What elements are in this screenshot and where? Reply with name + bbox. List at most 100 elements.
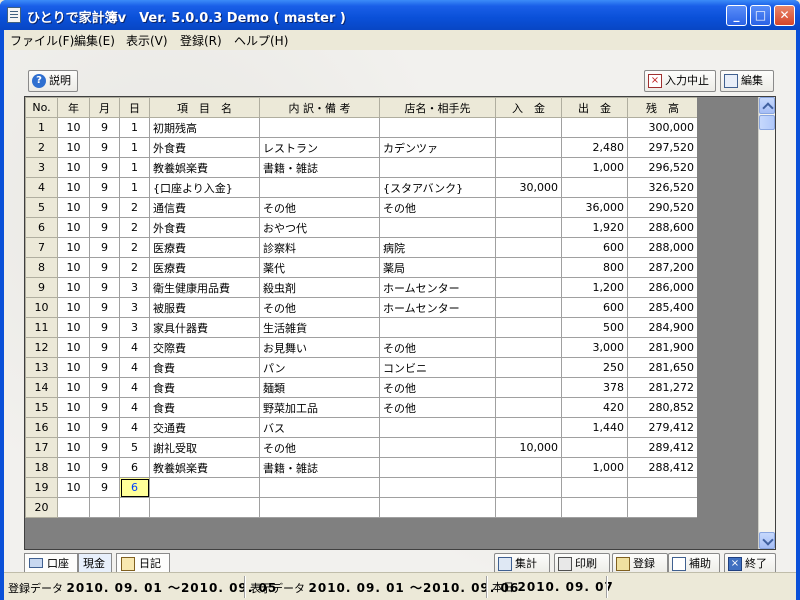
grid-cell[interactable]: 326,520 <box>627 177 698 198</box>
grid-cell[interactable]: 10 <box>57 117 90 138</box>
grid-cell[interactable]: 1 <box>119 137 150 158</box>
grid-cell[interactable] <box>495 477 562 498</box>
grid-cell[interactable]: 9 <box>89 117 120 138</box>
table-row[interactable]: 10 10 9 3 被服費 その他 ホームセンター 600 285,400 <box>25 297 698 318</box>
grid-cell[interactable]: 5 <box>119 437 150 458</box>
grid-cell[interactable]: 281,272 <box>627 377 698 398</box>
grid-cell[interactable]: 9 <box>89 377 120 398</box>
grid-cell[interactable]: 10 <box>57 137 90 158</box>
grid-cell[interactable]: 書籍・雑誌 <box>259 157 380 178</box>
grid-cell[interactable]: 36,000 <box>561 197 628 218</box>
grid-cell[interactable]: 初期残高 <box>149 117 260 138</box>
grid-cell[interactable]: 300,000 <box>627 117 698 138</box>
grid-cell[interactable]: 800 <box>561 257 628 278</box>
grid-cell[interactable] <box>561 437 628 458</box>
grid-cell[interactable]: 1 <box>119 157 150 178</box>
grid-cell[interactable] <box>495 297 562 318</box>
table-row[interactable]: 20 <box>25 497 698 518</box>
grid-cell[interactable]: 教養娯楽費 <box>149 457 260 478</box>
grid-cell[interactable] <box>627 497 698 518</box>
column-header[interactable]: 内 訳・備 考 <box>259 97 380 118</box>
grid-cell[interactable]: 10 <box>57 157 90 178</box>
grid-cell[interactable]: バス <box>259 417 380 438</box>
grid-cell[interactable]: その他 <box>379 197 496 218</box>
grid-cell[interactable] <box>627 477 698 498</box>
column-header[interactable]: 入 金 <box>495 97 562 118</box>
grid-cell[interactable]: おやつ代 <box>259 217 380 238</box>
grid-cell[interactable]: 10 <box>57 277 90 298</box>
grid-cell[interactable]: 2 <box>119 257 150 278</box>
grid-cell[interactable]: 書籍・雑誌 <box>259 457 380 478</box>
grid-cell[interactable]: 9 <box>89 357 120 378</box>
grid-cell[interactable] <box>495 137 562 158</box>
grid-cell[interactable]: 378 <box>561 377 628 398</box>
table-row[interactable]: 19 10 9 6 <box>25 477 698 498</box>
grid-cell[interactable]: 500 <box>561 317 628 338</box>
table-row[interactable]: 16 10 9 4 交通費 バス 1,440 279,412 <box>25 417 698 438</box>
grid-cell[interactable]: 420 <box>561 397 628 418</box>
column-header[interactable]: 残 高 <box>627 97 698 118</box>
grid-cell[interactable]: 食費 <box>149 397 260 418</box>
grid-cell[interactable]: 281,650 <box>627 357 698 378</box>
grid-cell[interactable]: 10 <box>57 297 90 318</box>
grid-cell[interactable]: 野菜加工品 <box>259 397 380 418</box>
grid-cell[interactable]: 9 <box>89 457 120 478</box>
close-button[interactable]: ✕ <box>774 5 795 26</box>
grid-cell[interactable]: 殺虫剤 <box>259 277 380 298</box>
grid-cell[interactable]: 9 <box>89 197 120 218</box>
grid-cell[interactable] <box>495 457 562 478</box>
grid-cell[interactable]: 9 <box>89 257 120 278</box>
grid-cell[interactable]: 10 <box>57 397 90 418</box>
table-row[interactable]: 7 10 9 2 医療費 診察料 病院 600 288,000 <box>25 237 698 258</box>
grid-cell[interactable]: 1,440 <box>561 417 628 438</box>
grid-cell[interactable]: 10 <box>57 217 90 238</box>
grid-cell[interactable]: 1,000 <box>561 157 628 178</box>
grid-cell[interactable]: 薬局 <box>379 257 496 278</box>
grid-cell[interactable] <box>495 197 562 218</box>
grid-cell[interactable] <box>149 497 260 518</box>
grid-cell[interactable]: 家具什器費 <box>149 317 260 338</box>
grid-cell[interactable]: 教養娯楽費 <box>149 157 260 178</box>
table-row[interactable]: 13 10 9 4 食費 パン コンビニ 250 281,650 <box>25 357 698 378</box>
table-row[interactable]: 14 10 9 4 食費 麺類 その他 378 281,272 <box>25 377 698 398</box>
grid-cell[interactable]: 10,000 <box>495 437 562 458</box>
grid-cell[interactable]: ホームセンター <box>379 277 496 298</box>
grid-cell[interactable]: 288,412 <box>627 457 698 478</box>
grid-cell[interactable] <box>495 317 562 338</box>
grid-cell[interactable]: 6 <box>119 477 150 498</box>
grid-cell[interactable]: 4 <box>119 397 150 418</box>
grid-cell[interactable] <box>495 337 562 358</box>
grid-cell[interactable]: 2 <box>119 237 150 258</box>
grid-cell[interactable]: 9 <box>89 177 120 198</box>
grid-cell[interactable]: 287,200 <box>627 257 698 278</box>
grid-cell[interactable] <box>495 397 562 418</box>
grid-cell[interactable] <box>379 417 496 438</box>
menu-edit[interactable]: 編集(E) <box>74 32 115 49</box>
app-icon[interactable] <box>7 7 21 23</box>
grid-cell[interactable]: 10 <box>57 417 90 438</box>
grid-cell[interactable] <box>379 497 496 518</box>
grid-cell[interactable]: 10 <box>57 257 90 278</box>
grid-cell[interactable]: 3 <box>119 297 150 318</box>
grid-cell[interactable]: 284,900 <box>627 317 698 338</box>
grid-cell[interactable]: 9 <box>89 277 120 298</box>
grid-cell[interactable]: 297,520 <box>627 137 698 158</box>
grid-cell[interactable]: 10 <box>57 357 90 378</box>
column-header[interactable]: 年 <box>57 97 90 118</box>
grid-cell[interactable]: 医療費 <box>149 257 260 278</box>
menu-file[interactable]: ファイル(F) <box>10 32 74 49</box>
grid-cell[interactable]: 外食費 <box>149 217 260 238</box>
column-header[interactable]: 店名・相手先 <box>379 97 496 118</box>
grid-cell[interactable]: 4 <box>119 337 150 358</box>
grid-cell[interactable]: 281,900 <box>627 337 698 358</box>
grid-cell[interactable] <box>379 457 496 478</box>
grid-cell[interactable]: 診察料 <box>259 237 380 258</box>
grid-cell[interactable]: 10 <box>57 437 90 458</box>
grid-cell[interactable]: 279,412 <box>627 417 698 438</box>
grid-cell[interactable]: {スタアバンク} <box>379 177 496 198</box>
grid-cell[interactable]: 288,600 <box>627 217 698 238</box>
grid-cell[interactable]: 290,520 <box>627 197 698 218</box>
grid-cell[interactable]: 10 <box>57 317 90 338</box>
grid-cell[interactable]: 3 <box>119 277 150 298</box>
grid-cell[interactable] <box>561 497 628 518</box>
